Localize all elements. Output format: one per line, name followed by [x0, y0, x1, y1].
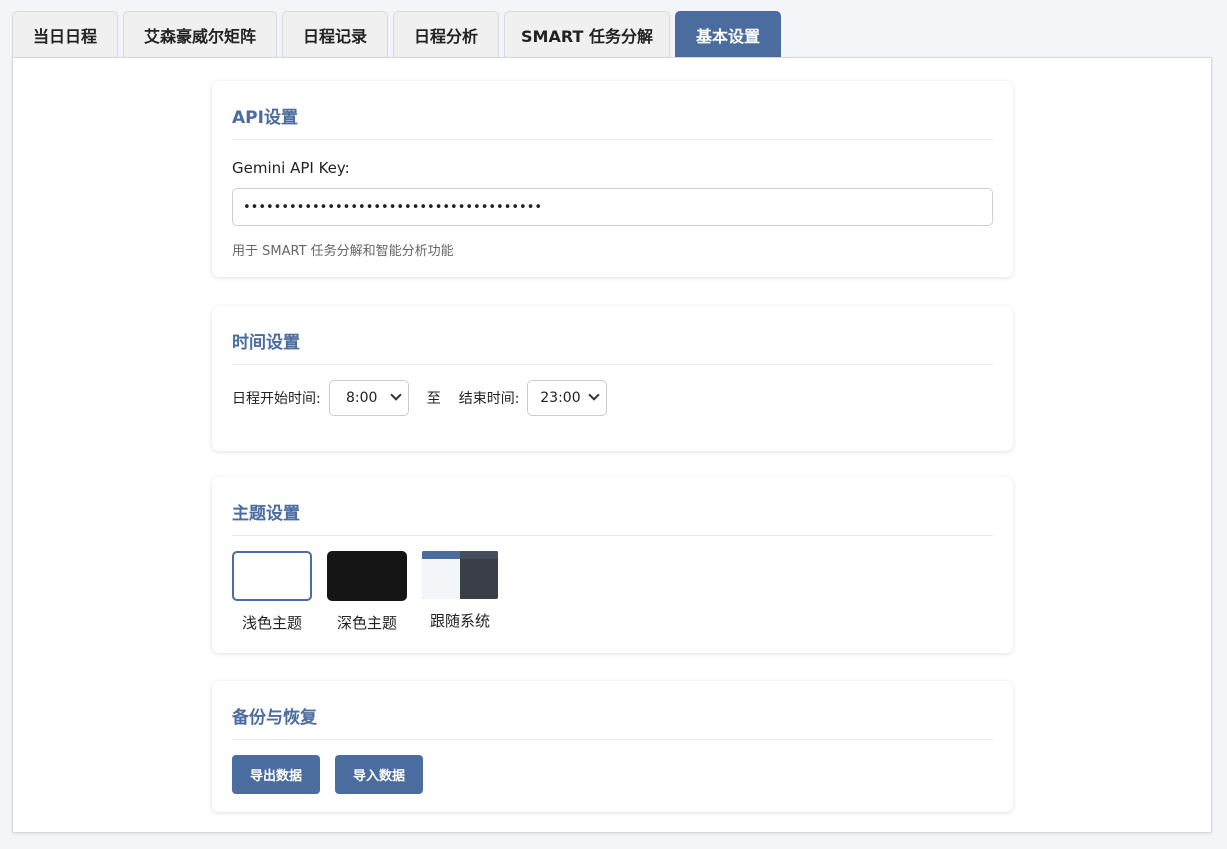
import-data-button[interactable]: 导入数据 — [335, 755, 423, 794]
end-time-select[interactable]: 23:00 — [527, 380, 608, 416]
api-key-label: Gemini API Key: — [232, 159, 350, 177]
tab-basic-settings[interactable]: 基本设置 — [675, 11, 781, 58]
time-range-row: 日程开始时间: 8:00 至 结束时间: 23:00 — [232, 380, 993, 416]
swatch-header-dark — [460, 551, 498, 559]
time-settings-title: 时间设置 — [232, 306, 993, 365]
settings-panel: API设置 Gemini API Key: 用于 SMART 任务分解和智能分析… — [12, 57, 1212, 833]
theme-options: 浅色主题 深色主题 跟随系统 — [232, 551, 993, 633]
end-time-value: 23:00 — [540, 390, 581, 406]
tab-smart-breakdown[interactable]: SMART 任务分解 — [504, 11, 670, 58]
swatch-body-light — [422, 559, 460, 599]
dark-theme-swatch — [327, 551, 407, 601]
backup-restore-card: 备份与恢复 导出数据 导入数据 — [212, 681, 1013, 812]
time-settings-card: 时间设置 日程开始时间: 8:00 至 结束时间: 23:00 — [212, 306, 1013, 451]
theme-settings-card: 主题设置 浅色主题 深色主题 跟随系统 — [212, 477, 1013, 653]
tab-eisenhower-matrix[interactable]: 艾森豪威尔矩阵 — [123, 11, 277, 58]
tab-schedule-analysis[interactable]: 日程分析 — [393, 11, 499, 58]
backup-buttons: 导出数据 导入数据 — [232, 755, 993, 794]
theme-option-system[interactable]: 跟随系统 — [422, 551, 498, 633]
chevron-down-icon — [390, 389, 402, 401]
start-time-label: 日程开始时间: — [232, 391, 321, 407]
light-theme-swatch — [232, 551, 312, 601]
end-time-label: 结束时间: — [458, 391, 520, 407]
start-time-value: 8:00 — [345, 390, 378, 406]
export-data-button[interactable]: 导出数据 — [232, 755, 320, 794]
theme-option-dark[interactable]: 深色主题 — [327, 551, 407, 633]
app: 当日日程 艾森豪威尔矩阵 日程记录 日程分析 SMART 任务分解 基本设置 A… — [12, 11, 1212, 833]
tab-schedule-records[interactable]: 日程记录 — [282, 11, 388, 58]
api-key-input[interactable] — [232, 188, 993, 226]
api-key-hint: 用于 SMART 任务分解和智能分析功能 — [232, 244, 454, 259]
range-separator: 至 — [426, 391, 441, 407]
backup-restore-title: 备份与恢复 — [232, 681, 993, 740]
api-settings-card: API设置 Gemini API Key: 用于 SMART 任务分解和智能分析… — [212, 81, 1013, 277]
theme-option-light[interactable]: 浅色主题 — [232, 551, 312, 633]
theme-option-label: 跟随系统 — [429, 612, 490, 630]
start-time-select[interactable]: 8:00 — [328, 380, 409, 416]
tab-bar: 当日日程 艾森豪威尔矩阵 日程记录 日程分析 SMART 任务分解 基本设置 — [12, 11, 786, 58]
system-theme-swatch — [422, 551, 498, 599]
theme-settings-title: 主题设置 — [232, 477, 993, 536]
theme-option-label: 深色主题 — [336, 614, 397, 632]
api-settings-title: API设置 — [232, 81, 993, 140]
chevron-down-icon — [588, 389, 601, 401]
theme-option-label: 浅色主题 — [241, 614, 302, 632]
tab-today-schedule[interactable]: 当日日程 — [12, 11, 118, 58]
